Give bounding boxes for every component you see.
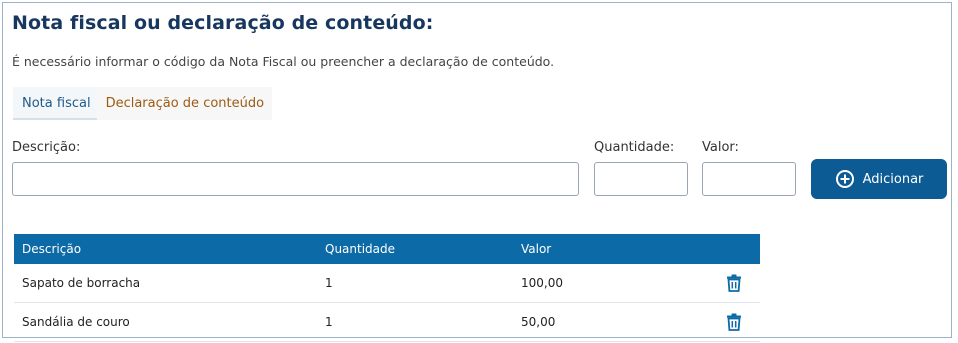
- content-declaration-panel: Nota fiscal ou declaração de conteúdo: É…: [2, 2, 952, 342]
- trash-icon[interactable]: [726, 313, 742, 331]
- value-label: Valor:: [702, 140, 739, 155]
- cell-quantidade: 1: [325, 276, 333, 290]
- cell-valor: 50,00: [521, 315, 556, 329]
- add-button[interactable]: Adicionar: [811, 159, 947, 199]
- cell-valor: 100,00: [521, 276, 563, 290]
- cell-quantidade: 1: [325, 315, 333, 329]
- cell-descricao: Sapato de borracha: [22, 276, 141, 290]
- table-row: Sandália de couro 1 50,00: [14, 303, 760, 342]
- description-label: Descrição:: [12, 140, 81, 155]
- column-header-valor: Valor: [521, 242, 552, 256]
- table-header: Descrição Quantidade Valor: [14, 234, 760, 264]
- quantity-input[interactable]: [594, 162, 688, 196]
- quantity-label: Quantidade:: [594, 140, 675, 155]
- page-subtitle: É necessário informar o código da Nota F…: [12, 54, 555, 69]
- table-row: Sapato de borracha 1 100,00: [14, 264, 760, 303]
- tab-bar: Nota fiscal Declaração de conteúdo: [13, 87, 273, 120]
- add-button-label: Adicionar: [862, 171, 924, 187]
- items-table: Descrição Quantidade Valor Sapato de bor…: [14, 234, 760, 342]
- plus-circle-icon: [835, 170, 854, 188]
- tab-declaracao-conteudo[interactable]: Declaração de conteúdo: [96, 87, 273, 120]
- column-header-quantidade: Quantidade: [325, 242, 396, 256]
- page-title: Nota fiscal ou declaração de conteúdo:: [12, 12, 434, 34]
- cell-descricao: Sandália de couro: [22, 315, 130, 329]
- column-header-descricao: Descrição: [22, 242, 82, 256]
- value-input[interactable]: [702, 162, 796, 196]
- trash-icon[interactable]: [726, 274, 742, 292]
- tab-nota-fiscal[interactable]: Nota fiscal: [13, 87, 97, 120]
- description-input[interactable]: [12, 162, 579, 196]
